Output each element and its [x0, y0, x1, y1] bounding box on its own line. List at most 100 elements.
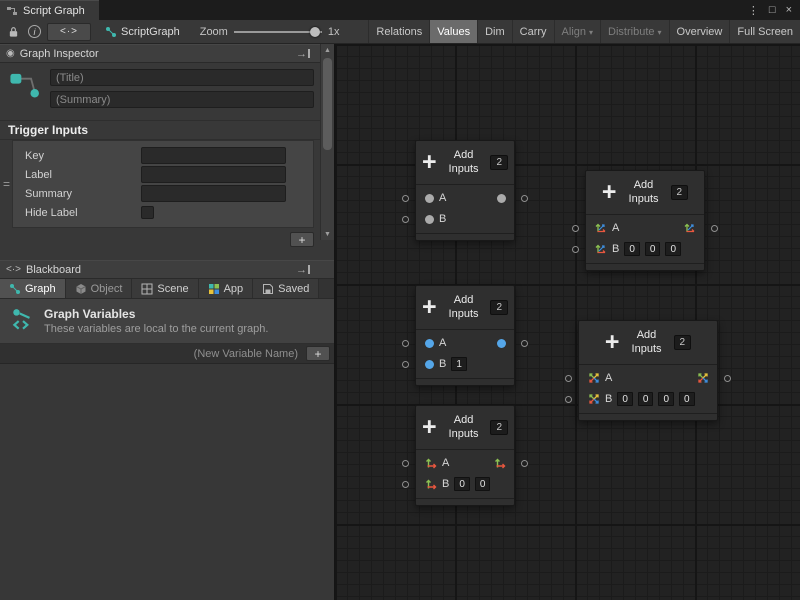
- add-trigger-input-button[interactable]: +: [290, 232, 314, 247]
- input-port-b[interactable]: [402, 481, 409, 488]
- node-header[interactable]: + Add Inputs 2: [579, 321, 717, 364]
- distribute-button[interactable]: Distribute▾: [600, 20, 668, 43]
- add-inputs-node-float[interactable]: + Add Inputs 2 A B: [415, 285, 515, 386]
- scrollbar-track[interactable]: [321, 56, 334, 228]
- info-icon[interactable]: i: [28, 25, 41, 38]
- input-count-badge[interactable]: 2: [674, 335, 692, 350]
- node-body: A B: [416, 184, 514, 233]
- window-menu-icon[interactable]: ⋮: [748, 4, 759, 17]
- value-field-z[interactable]: 0: [665, 242, 681, 256]
- input-port-a[interactable]: [402, 340, 409, 347]
- label-input[interactable]: [141, 166, 286, 183]
- tab-scene-label: Scene: [157, 283, 188, 295]
- tab-graph[interactable]: Graph: [0, 279, 66, 298]
- vector4-type-icon: [697, 372, 709, 384]
- new-variable-input[interactable]: [0, 344, 306, 364]
- scroll-up-icon[interactable]: ▲: [321, 44, 334, 56]
- tab-saved[interactable]: Saved: [253, 279, 319, 298]
- vector3-type-icon: [684, 222, 696, 234]
- plus-icon: +: [422, 297, 437, 317]
- tab-object[interactable]: Object: [66, 279, 133, 298]
- generic-type-icon: [425, 194, 434, 203]
- graph-variables-icon: [10, 307, 36, 333]
- graph-title-input[interactable]: [50, 69, 314, 86]
- value-field-x[interactable]: 0: [617, 392, 633, 406]
- output-port-sum-pin[interactable]: [521, 195, 528, 202]
- node-header[interactable]: + Add Inputs 2: [416, 141, 514, 184]
- output-port-sum-pin[interactable]: [521, 460, 528, 467]
- node-header[interactable]: + Add Inputs 2: [416, 286, 514, 329]
- key-input[interactable]: [141, 147, 286, 164]
- close-icon[interactable]: ×: [786, 4, 792, 16]
- input-count-badge[interactable]: 2: [490, 420, 508, 435]
- blackboard-header[interactable]: <·> Blackboard →: [0, 260, 334, 279]
- graph-breadcrumb[interactable]: ScriptGraph: [97, 26, 188, 38]
- node-body: A B 0 0 0: [586, 214, 704, 263]
- edit-graph-button[interactable]: <·>: [47, 23, 91, 41]
- relations-button[interactable]: Relations: [368, 20, 429, 43]
- sidebar: ◉ Graph Inspector → Trigger Inputs =: [0, 44, 335, 600]
- output-port-sum-pin[interactable]: [724, 375, 731, 382]
- drag-handle-icon[interactable]: =: [3, 177, 10, 191]
- zoom-slider[interactable]: [234, 25, 322, 39]
- overview-button[interactable]: Overview: [669, 20, 730, 43]
- input-port-b[interactable]: [402, 361, 409, 368]
- value-field-x[interactable]: 0: [454, 477, 470, 491]
- port-label-a: A: [605, 372, 612, 384]
- dock-panel-icon[interactable]: →: [296, 264, 310, 276]
- output-port-sum-pin[interactable]: [521, 340, 528, 347]
- add-inputs-node-vector2[interactable]: + Add Inputs 2 A B: [415, 405, 515, 506]
- maximize-icon[interactable]: □: [769, 4, 776, 16]
- input-count-badge[interactable]: 2: [671, 185, 689, 200]
- label-label: Label: [25, 169, 141, 181]
- value-field-x[interactable]: 0: [624, 242, 640, 256]
- generic-type-icon: [497, 194, 506, 203]
- graph-summary-input[interactable]: [50, 91, 314, 108]
- zoom-slider-handle[interactable]: [310, 27, 320, 37]
- summary-input[interactable]: [141, 185, 286, 202]
- hide-label-checkbox[interactable]: [141, 206, 154, 219]
- value-field[interactable]: 1: [451, 357, 467, 371]
- graph-canvas[interactable]: + Add Inputs 2 A B: [335, 44, 800, 600]
- distribute-label: Distribute: [608, 26, 654, 38]
- tab-app[interactable]: App: [199, 279, 254, 298]
- value-field-z[interactable]: 0: [658, 392, 674, 406]
- value-field-y[interactable]: 0: [638, 392, 654, 406]
- node-header[interactable]: + Add Inputs 2: [586, 171, 704, 214]
- fullscreen-button[interactable]: Full Screen: [729, 20, 800, 43]
- input-port-b[interactable]: [572, 246, 579, 253]
- dock-panel-icon[interactable]: →: [296, 48, 310, 60]
- port-row-b: B: [416, 209, 514, 230]
- add-variable-button[interactable]: +: [306, 346, 330, 361]
- node-header[interactable]: + Add Inputs 2: [416, 406, 514, 449]
- hide-label-row: Hide Label: [25, 203, 305, 222]
- value-field-y[interactable]: 0: [645, 242, 661, 256]
- window-tab[interactable]: Script Graph: [0, 0, 99, 20]
- lock-icon[interactable]: [4, 23, 22, 41]
- inspector-scrollbar[interactable]: ▲ ▼: [320, 44, 334, 240]
- carry-button[interactable]: Carry: [512, 20, 554, 43]
- port-label-b: B: [612, 243, 619, 255]
- graph-inspector-header[interactable]: ◉ Graph Inspector →: [0, 44, 334, 63]
- input-count-badge[interactable]: 2: [490, 300, 508, 315]
- add-inputs-node-generic[interactable]: + Add Inputs 2 A B: [415, 140, 515, 241]
- input-port-a[interactable]: [402, 195, 409, 202]
- graph-node-icon: [8, 69, 42, 103]
- add-inputs-node-vector3[interactable]: + Add Inputs 2 A B: [585, 170, 705, 271]
- tab-scene[interactable]: Scene: [132, 279, 198, 298]
- input-port-b[interactable]: [402, 216, 409, 223]
- input-count-badge[interactable]: 2: [490, 155, 508, 170]
- output-port-sum-pin[interactable]: [711, 225, 718, 232]
- input-port-a[interactable]: [565, 375, 572, 382]
- add-inputs-node-vector4[interactable]: + Add Inputs 2 A B: [578, 320, 718, 421]
- scroll-down-icon[interactable]: ▼: [321, 228, 334, 240]
- input-port-a[interactable]: [402, 460, 409, 467]
- scrollbar-thumb[interactable]: [323, 58, 332, 150]
- values-button[interactable]: Values: [429, 20, 477, 43]
- input-port-a[interactable]: [572, 225, 579, 232]
- value-field-y[interactable]: 0: [475, 477, 491, 491]
- align-button[interactable]: Align▾: [554, 20, 600, 43]
- dim-button[interactable]: Dim: [477, 20, 512, 43]
- input-port-b[interactable]: [565, 396, 572, 403]
- value-field-w[interactable]: 0: [679, 392, 695, 406]
